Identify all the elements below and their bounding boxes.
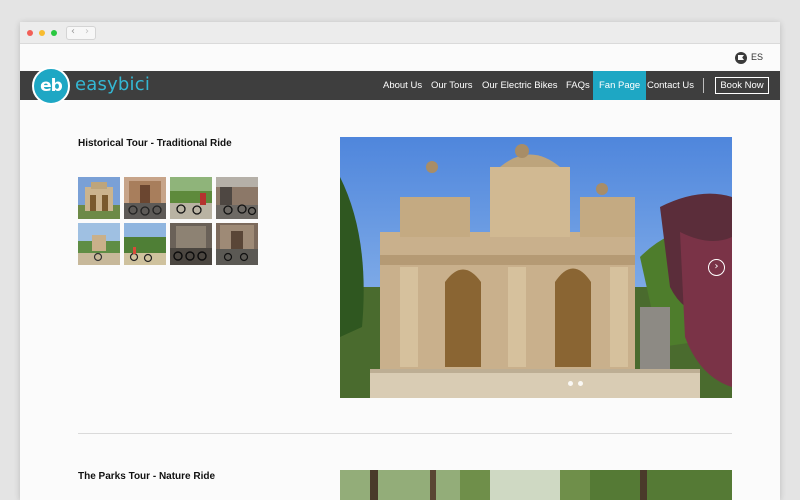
logo-mark[interactable]: eb — [32, 67, 70, 105]
slide-indicators — [568, 381, 594, 389]
hero-photo — [340, 137, 732, 398]
slide-dot[interactable] — [578, 381, 583, 386]
gallery-thumbnail[interactable] — [170, 223, 212, 265]
browser-toolbar: ‹ › — [20, 22, 780, 44]
nav-our-tours[interactable]: Our Tours — [431, 71, 473, 100]
gallery-thumbnail[interactable] — [78, 177, 120, 219]
gallery-thumbnail[interactable] — [170, 177, 212, 219]
nav-faqs[interactable]: FAQs — [566, 71, 590, 100]
tour-title: The Parks Tour - Nature Ride — [78, 471, 216, 482]
minimize-window-button[interactable] — [39, 30, 45, 36]
language-bar: ES — [20, 44, 780, 71]
browser-window: ‹ › ES eb easybici About Us Our Tours Ou… — [20, 22, 780, 500]
gallery-thumbnail[interactable] — [124, 177, 166, 219]
gallery-thumbnail[interactable] — [78, 223, 120, 265]
section-divider — [78, 433, 732, 434]
park-photo — [340, 470, 732, 500]
logo-mark-text: eb — [40, 76, 63, 96]
nav-about-us[interactable]: About Us — [383, 71, 422, 100]
gallery-thumbnail[interactable] — [124, 223, 166, 265]
gallery-thumbnail[interactable] — [216, 223, 258, 265]
back-arrow-icon[interactable]: ‹ — [71, 26, 75, 37]
history-nav: ‹ › — [66, 26, 96, 40]
next-slide-button[interactable]: › — [708, 259, 725, 276]
tour-title: Historical Tour - Traditional Ride — [78, 138, 232, 149]
forward-arrow-icon[interactable]: › — [85, 26, 89, 37]
nav-divider — [703, 78, 704, 93]
close-window-button[interactable] — [27, 30, 33, 36]
flag-icon[interactable] — [735, 52, 747, 64]
hero-slideshow[interactable]: › — [340, 137, 732, 398]
language-switch[interactable]: ES — [751, 52, 763, 62]
gallery-thumbnail[interactable] — [216, 177, 258, 219]
maximize-window-button[interactable] — [51, 30, 57, 36]
tour-photo[interactable] — [340, 470, 732, 500]
slide-dot[interactable] — [568, 381, 573, 386]
nav-fan-page[interactable]: Fan Page — [593, 71, 647, 100]
book-now-button[interactable]: Book Now — [715, 77, 769, 94]
nav-contact-us[interactable]: Contact Us — [647, 71, 694, 100]
nav-our-electric-bikes[interactable]: Our Electric Bikes — [482, 71, 558, 100]
brand-name[interactable]: easybici — [75, 74, 150, 95]
